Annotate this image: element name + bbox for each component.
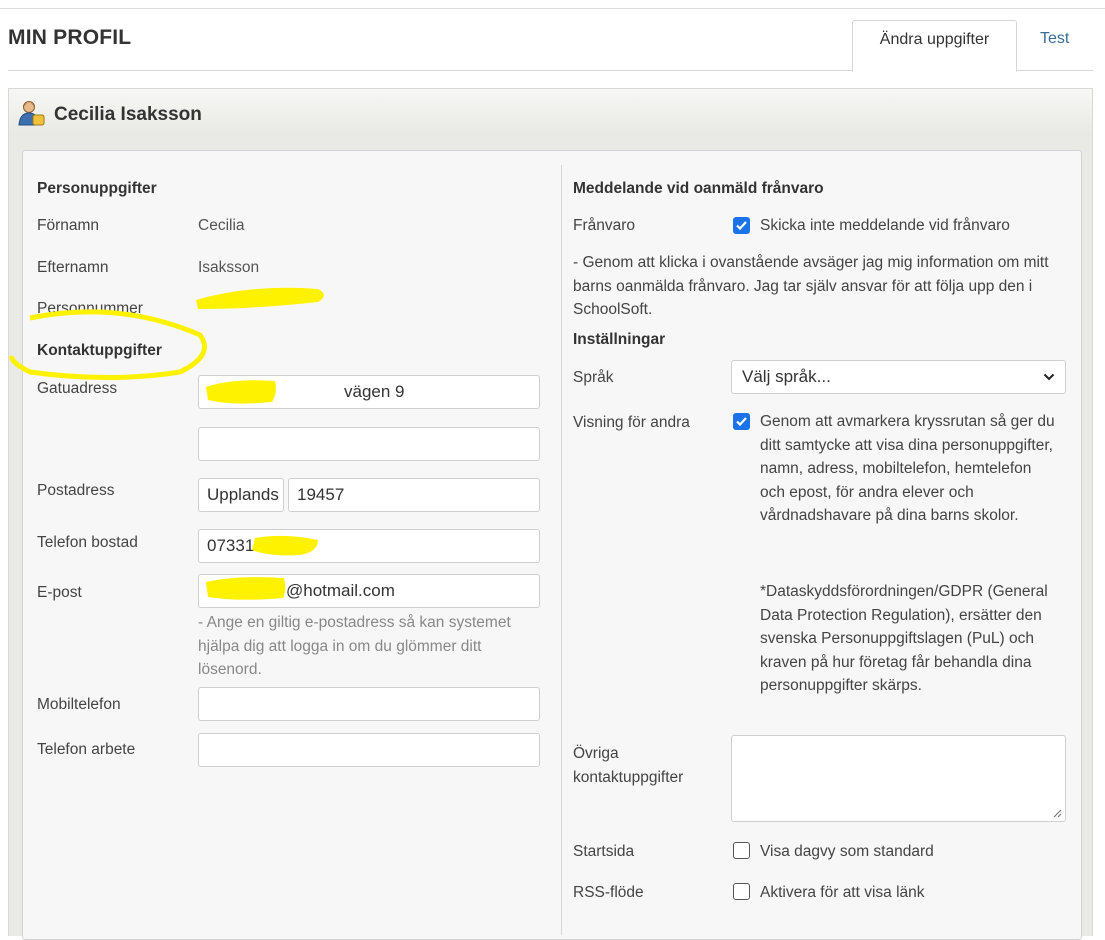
chevron-down-icon	[1043, 373, 1055, 381]
absence-checkbox[interactable]	[733, 217, 750, 234]
mobile-label: Mobiltelefon	[37, 696, 121, 713]
visibility-label: Visning för andra	[573, 414, 690, 431]
first-name-label: Förnamn	[37, 217, 100, 234]
street-input[interactable]: vägen 9	[198, 375, 540, 409]
column-divider	[561, 165, 562, 935]
startpage-label: Startsida	[573, 843, 635, 860]
personal-heading: Personuppgifter	[37, 180, 157, 197]
work-phone-input[interactable]	[198, 733, 540, 767]
home-phone-label: Telefon bostad	[37, 534, 138, 551]
last-name-label: Efternamn	[37, 259, 109, 276]
home-phone-input[interactable]: 07331	[198, 529, 540, 563]
other-contact-textarea[interactable]	[731, 735, 1066, 822]
tab-test[interactable]: Test	[1040, 20, 1069, 58]
startpage-checkbox[interactable]	[733, 842, 750, 859]
rss-label: RSS-flöde	[573, 884, 644, 901]
language-select-value: Välj språk...	[742, 367, 831, 386]
user-icon	[18, 100, 46, 126]
absence-heading: Meddelande vid oanmäld frånvaro	[573, 180, 824, 197]
check-icon	[736, 417, 747, 427]
settings-heading: Inställningar	[573, 331, 666, 348]
top-divider	[0, 8, 1105, 9]
email-label: E-post	[37, 584, 82, 601]
gdpr-text: *Dataskyddsförordningen/GDPR (General Da…	[760, 583, 1048, 694]
contact-heading: Kontaktuppgifter	[37, 342, 162, 359]
street2-input[interactable]	[198, 427, 540, 461]
visibility-text: Genom att avmarkera kryssrutan så ger du…	[760, 413, 1055, 524]
other-contact-label: Övriga kontaktuppgifter	[573, 745, 684, 786]
work-phone-label: Telefon arbete	[37, 741, 136, 758]
startpage-checkbox-label: Visa dagvy som standard	[760, 843, 934, 860]
mobile-input[interactable]	[198, 687, 540, 721]
personal-number-label: Personnummer	[37, 300, 143, 317]
visibility-checkbox[interactable]	[733, 413, 750, 430]
language-label: Språk	[573, 369, 614, 386]
email-input[interactable]: @hotmail.com	[198, 574, 540, 608]
zip-input[interactable]: 19457	[288, 478, 540, 512]
language-select[interactable]: Välj språk...	[731, 360, 1066, 394]
rss-checkbox[interactable]	[733, 883, 750, 900]
postal-label: Postadress	[37, 482, 115, 499]
rss-checkbox-label: Aktivera för att visa länk	[760, 884, 925, 901]
street-label: Gatuadress	[37, 380, 118, 397]
absence-note: - Genom att klicka i ovanstående avsäger…	[573, 254, 1049, 318]
last-name-value: Isaksson	[198, 259, 260, 276]
absence-label: Frånvaro	[573, 217, 636, 234]
city-input[interactable]: Upplands	[198, 478, 284, 512]
absence-checkbox-label: Skicka inte meddelande vid frånvaro	[760, 217, 1010, 234]
first-name-value: Cecilia	[198, 217, 245, 234]
check-icon	[736, 221, 747, 231]
user-name: Cecilia Isaksson	[54, 104, 202, 125]
email-help-text: - Ange en giltig e-postadress så kan sys…	[198, 614, 511, 678]
page-title: MIN PROFIL	[8, 26, 132, 49]
resize-grip-icon[interactable]	[1052, 808, 1062, 818]
tab-edit-details[interactable]: Ändra uppgifter	[852, 20, 1017, 72]
